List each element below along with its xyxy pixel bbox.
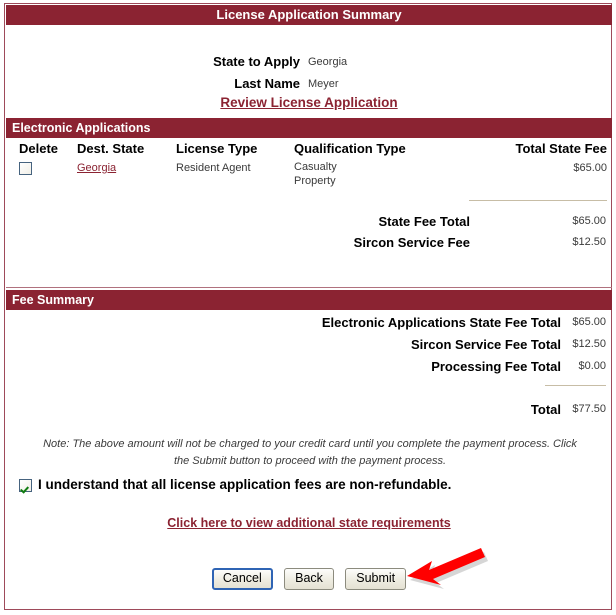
state-to-apply-label: State to Apply — [213, 54, 300, 69]
fee-summary-total-divider — [545, 385, 606, 386]
electronic-applications-section-header: Electronic Applications — [6, 118, 612, 138]
total-state-fee-value: $65.00 — [573, 162, 607, 174]
dest-state-link[interactable]: Georgia — [77, 162, 116, 174]
cancel-button[interactable]: Cancel — [211, 568, 273, 590]
column-header-total-state-fee: Total State Fee — [515, 141, 607, 156]
license-type-value: Resident Agent — [176, 162, 251, 174]
qualification-type-value-1: Casualty — [294, 161, 337, 173]
column-header-delete: Delete — [19, 141, 59, 156]
fee-summary-section-header: Fee Summary — [6, 290, 612, 310]
sircon-service-fee-value: $12.50 — [572, 236, 606, 248]
non-refundable-acknowledgement[interactable]: I understand that all license applicatio… — [19, 477, 451, 492]
back-button[interactable]: Back — [284, 568, 334, 590]
review-license-application-label: Review License Application — [220, 95, 398, 110]
non-refundable-label: I understand that all license applicatio… — [38, 477, 452, 492]
additional-state-requirements-label: Click here to view additional state requ… — [167, 516, 451, 530]
column-header-license-type: License Type — [176, 141, 258, 156]
table-row — [19, 162, 32, 175]
license-application-summary-page: License Application Summary State to App… — [0, 0, 616, 615]
qualification-type-value-2: Property — [294, 175, 336, 187]
fee-summary-value-sircon-service-fee-total: $12.50 — [572, 338, 606, 350]
state-fee-total-value: $65.00 — [572, 215, 606, 227]
last-name-label: Last Name — [234, 76, 300, 91]
state-to-apply-value: Georgia — [308, 56, 348, 68]
fee-summary-value-processing-fee-total: $0.00 — [578, 360, 606, 372]
page-title: License Application Summary — [6, 5, 612, 25]
sircon-service-fee-label: Sircon Service Fee — [353, 235, 470, 250]
non-refundable-checkbox[interactable] — [19, 478, 32, 492]
fee-summary-value-total: $77.50 — [572, 403, 606, 415]
fee-summary-top-divider — [6, 287, 612, 288]
additional-state-requirements-link[interactable]: Click here to view additional state requ… — [6, 516, 612, 530]
state-fee-total-label: State Fee Total — [378, 214, 470, 229]
column-header-dest-state: Dest. State — [77, 141, 145, 156]
submit-button[interactable]: Submit — [345, 568, 407, 590]
content-frame: License Application Summary State to App… — [4, 3, 612, 610]
last-name-value: Meyer — [308, 78, 339, 90]
fee-summary-value-electronic-applications-state-fee-total: $65.00 — [572, 316, 606, 328]
review-license-application-link[interactable]: Review License Application — [6, 95, 612, 110]
payment-note: Note: The above amount will not be charg… — [43, 438, 577, 467]
dest-state-label: Georgia — [77, 162, 117, 174]
electronic-applications-total-divider — [469, 200, 607, 201]
delete-row-checkbox[interactable] — [19, 162, 32, 175]
button-bar: Cancel Back Submit — [6, 568, 612, 590]
